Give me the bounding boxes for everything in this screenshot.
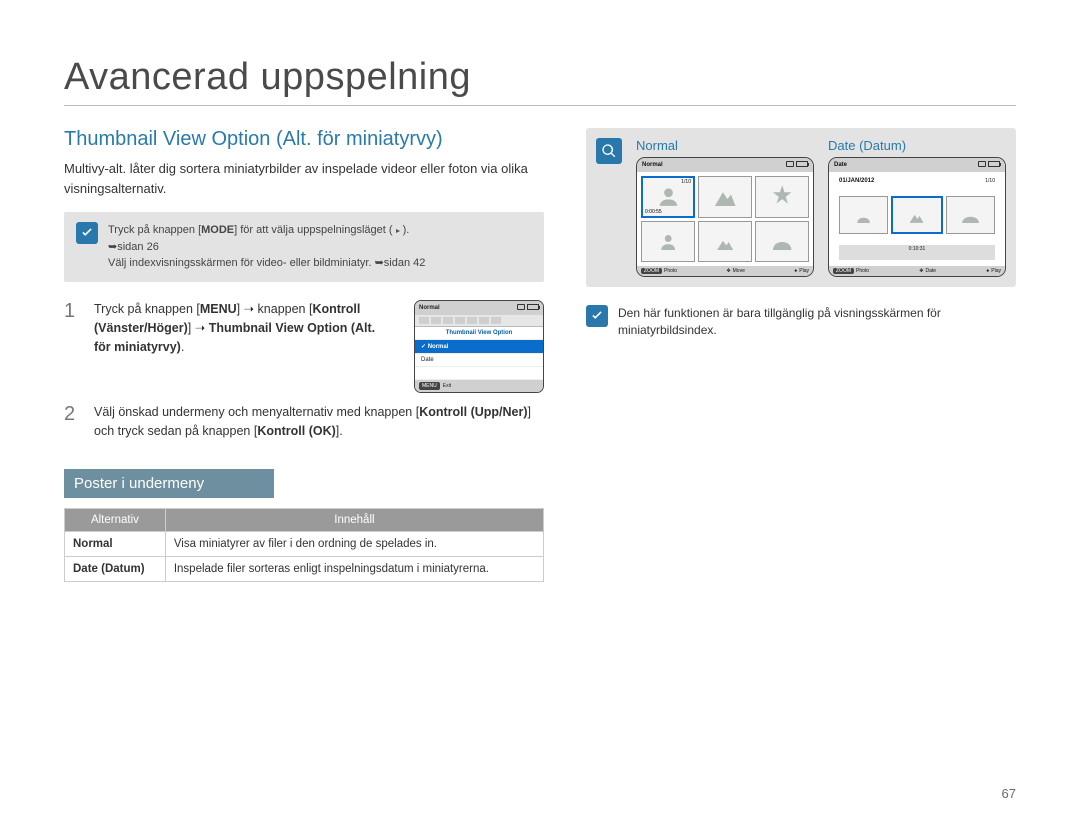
prerequisite-note: Tryck på knappen [MODE] för att välja up… [64, 212, 544, 282]
thumbnail [698, 176, 752, 218]
step-text: Välj önskad undermeny och menyalternativ… [94, 403, 544, 442]
steps-list: 1 Tryck på knappen [MENU] ➝ knappen [Kon… [64, 300, 544, 442]
examples-panel: Normal Normal 0:00:55 1/10 [586, 128, 1016, 287]
step-text: Tryck på knappen [MENU] ➝ knappen [Kontr… [94, 300, 394, 393]
example-title: Date (Datum) [828, 138, 1006, 153]
note-text: Den här funktionen är bara tillgänglig p… [618, 305, 1016, 339]
table-header-option: Alternativ [65, 509, 166, 532]
section-title: Thumbnail View Option (Alt. för miniatyr… [64, 128, 544, 151]
availability-note: Den här funktionen är bara tillgänglig p… [586, 305, 1016, 339]
play-icon [396, 229, 400, 233]
magnifier-icon [596, 138, 622, 164]
thumbnail [698, 221, 752, 263]
thumbnail [755, 176, 809, 218]
thumbnail [641, 221, 695, 263]
check-icon [586, 305, 608, 327]
check-icon [76, 222, 98, 244]
title-rule [64, 105, 1016, 106]
step-1: 1 Tryck på knappen [MENU] ➝ knappen [Kon… [64, 300, 544, 393]
step-number: 2 [64, 403, 82, 442]
table-row: Normal Visa miniatyrer av filer i den or… [65, 532, 544, 557]
thumbnail [755, 221, 809, 263]
thumbnail [946, 196, 995, 234]
right-column: Normal Normal 0:00:55 1/10 [586, 128, 1016, 582]
table-header-content: Innehåll [165, 509, 543, 532]
page-title: Avancerad uppspelning [64, 56, 1016, 99]
intro-paragraph: Multivy-alt. låter dig sortera miniatyrb… [64, 159, 544, 198]
thumbnail-selected [891, 196, 942, 234]
page-number: 67 [1002, 786, 1016, 801]
table-row: Date (Datum) Inspelade filer sorteras en… [65, 557, 544, 582]
date-example: Date (Datum) Date 01/JAN/20121/10 0:10:3… [828, 138, 1006, 277]
step-2: 2 Välj önskad undermeny och menyalternat… [64, 403, 544, 442]
step-number: 1 [64, 300, 82, 393]
thumbnail [839, 196, 888, 234]
options-table: Alternativ Innehåll Normal Visa miniatyr… [64, 508, 544, 582]
menu-screenshot: Normal Thumbnail View Option ✓ Normal Da… [414, 300, 544, 393]
note-text: Tryck på knappen [MODE] för att välja up… [108, 222, 425, 272]
left-column: Thumbnail View Option (Alt. för miniatyr… [64, 128, 544, 582]
thumbnail-selected: 0:00:55 1/10 [641, 176, 695, 218]
example-title: Normal [636, 138, 814, 153]
normal-example: Normal Normal 0:00:55 1/10 [636, 138, 814, 277]
submenu-heading: Poster i undermeny [64, 469, 274, 498]
